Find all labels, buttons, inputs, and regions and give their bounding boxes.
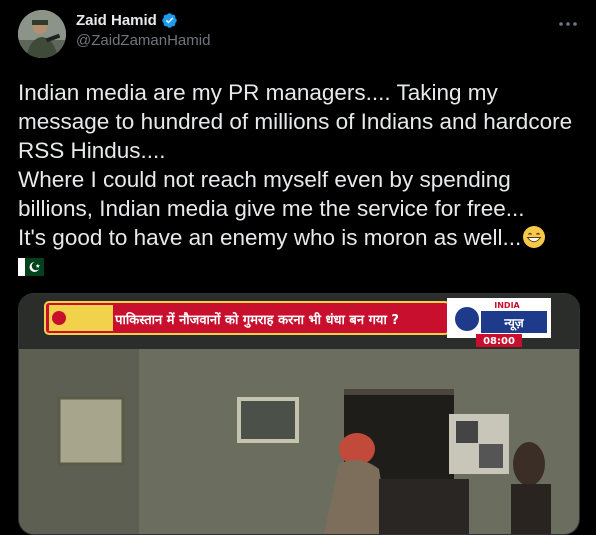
tweet-line: RSS Hindus.... [18,138,166,163]
video-media[interactable]: पाकिस्तान में नौजवानों को गुमराह करना भी… [18,293,580,535]
video-still: पाकिस्तान में नौजवानों को गुमराह करना भी… [19,294,579,534]
tweet-line: billions, Indian media give me the servi… [18,196,525,221]
tweet-line: It's good to have an enemy who is moron … [18,225,522,250]
tweet-text: Indian media are my PR managers.... Taki… [18,78,583,281]
channel-logo-main: न्यूज़ [503,316,525,331]
author-handle[interactable]: @ZaidZamanHamid [76,32,210,49]
tweet-line: Where I could not reach myself even by s… [18,167,511,192]
tweet-header: Zaid Hamid @ZaidZamanHamid [18,10,584,58]
display-name-row: Zaid Hamid [76,12,210,29]
more-options-icon[interactable] [556,12,580,36]
tweet-line-last: It's good to have an enemy who is moron … [18,223,583,252]
tweet-line: Indian media are my PR managers.... Taki… [18,80,498,105]
author-info: Zaid Hamid @ZaidZamanHamid [76,12,210,49]
tweet-line: message to hundred of millions of Indian… [18,109,573,134]
verified-badge-icon [161,12,178,29]
profile-photo [18,10,66,58]
tweet-line-flag [18,252,583,281]
video-ticker-text: पाकिस्तान में नौजवानों को गुमराह करना भी… [114,312,399,328]
author-display-name[interactable]: Zaid Hamid [76,12,157,29]
grinning-face-icon [522,225,546,249]
pakistan-flag-icon [18,254,44,276]
video-clock: 08:00 [483,336,515,347]
avatar[interactable] [18,10,66,58]
channel-logo-top: INDIA [494,301,520,310]
